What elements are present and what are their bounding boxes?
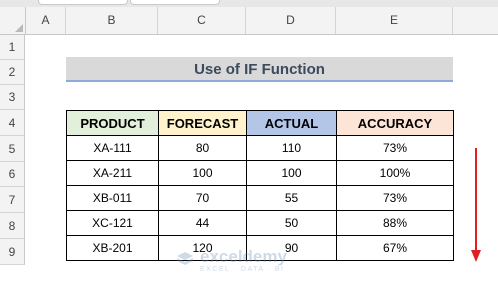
- row-header-9[interactable]: 9: [0, 239, 25, 265]
- row-header-4[interactable]: 4: [0, 110, 25, 136]
- data-table: PRODUCT FORECAST ACTUAL ACCURACY XA-111 …: [66, 110, 454, 261]
- cell-product[interactable]: XA-211: [66, 160, 159, 186]
- cell-product[interactable]: XC-121: [66, 210, 159, 236]
- header-actual[interactable]: ACTUAL: [246, 110, 337, 136]
- cell-product[interactable]: XA-111: [66, 135, 159, 161]
- table-header-row: PRODUCT FORECAST ACTUAL ACCURACY: [66, 110, 454, 136]
- cell-product[interactable]: XB-201: [66, 235, 159, 261]
- table-row: XA-211 100 100 100%: [66, 160, 454, 186]
- row-header-3[interactable]: 3: [0, 85, 25, 110]
- cell-accuracy[interactable]: 67%: [336, 235, 454, 261]
- cell-product[interactable]: XB-011: [66, 185, 159, 211]
- row-header-5[interactable]: 5: [0, 136, 25, 162]
- select-all-corner[interactable]: [0, 7, 26, 35]
- column-header-a[interactable]: A: [26, 7, 66, 34]
- cell-accuracy[interactable]: 73%: [336, 135, 454, 161]
- cell-actual[interactable]: 50: [246, 210, 337, 236]
- row-header-2[interactable]: 2: [0, 60, 25, 85]
- down-arrow-icon: [471, 250, 481, 262]
- cell-accuracy[interactable]: 88%: [336, 210, 454, 236]
- column-header-b[interactable]: B: [66, 7, 158, 34]
- cell-accuracy[interactable]: 73%: [336, 185, 454, 211]
- cell-forecast[interactable]: 100: [158, 160, 247, 186]
- table-row: XA-111 80 110 73%: [66, 135, 454, 161]
- row-header-1[interactable]: 1: [0, 35, 25, 60]
- table-row: XB-011 70 55 73%: [66, 185, 454, 211]
- row-header-8[interactable]: 8: [0, 213, 25, 239]
- header-accuracy[interactable]: ACCURACY: [336, 110, 454, 136]
- cell-actual[interactable]: 100: [246, 160, 337, 186]
- watermark-tagline: EXCEL · DATA · BI: [200, 266, 285, 273]
- header-forecast[interactable]: FORECAST: [158, 110, 247, 136]
- sheet-title: Use of IF Function: [194, 61, 325, 78]
- down-arrow-shaft: [475, 148, 477, 253]
- cell-forecast[interactable]: 120: [158, 235, 247, 261]
- column-header-e[interactable]: E: [336, 7, 453, 34]
- cell-actual[interactable]: 110: [246, 135, 337, 161]
- cell-actual[interactable]: 90: [246, 235, 337, 261]
- table-row: XC-121 44 50 88%: [66, 210, 454, 236]
- column-header-d[interactable]: D: [246, 7, 336, 34]
- table-row: XB-201 120 90 67%: [66, 235, 454, 261]
- select-all-icon: [15, 24, 23, 32]
- cell-forecast[interactable]: 80: [158, 135, 247, 161]
- tab-strip: [0, 0, 498, 7]
- cell-actual[interactable]: 55: [246, 185, 337, 211]
- column-header-c[interactable]: C: [158, 7, 246, 34]
- cell-forecast[interactable]: 70: [158, 185, 247, 211]
- cell-accuracy[interactable]: 100%: [336, 160, 454, 186]
- row-header-7[interactable]: 7: [0, 187, 25, 213]
- workbook-tab[interactable]: [130, 0, 220, 5]
- row-header-6[interactable]: 6: [0, 162, 25, 187]
- workbook-tab[interactable]: [38, 0, 128, 5]
- cell-forecast[interactable]: 44: [158, 210, 247, 236]
- header-product[interactable]: PRODUCT: [66, 110, 159, 136]
